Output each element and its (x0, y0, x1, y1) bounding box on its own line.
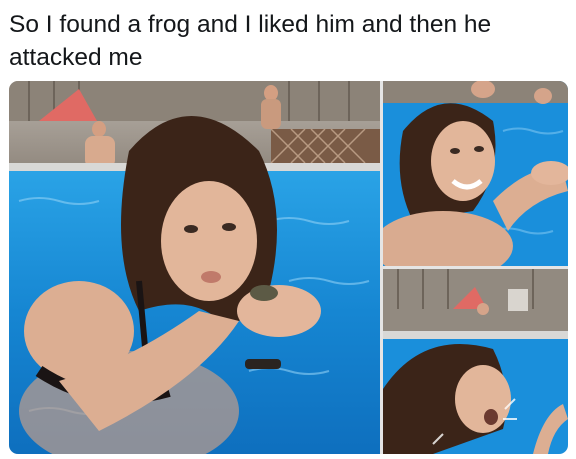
photo-top-right[interactable] (383, 81, 568, 266)
photo-bottom-right[interactable] (383, 269, 568, 454)
photo-bottom-right-image (383, 269, 568, 454)
post-caption: So I found a frog and I liked him and th… (9, 11, 492, 71)
photo-main-image (9, 81, 380, 454)
photo-collage (9, 81, 568, 454)
photo-main[interactable] (9, 81, 380, 454)
photo-top-right-image (383, 81, 568, 266)
